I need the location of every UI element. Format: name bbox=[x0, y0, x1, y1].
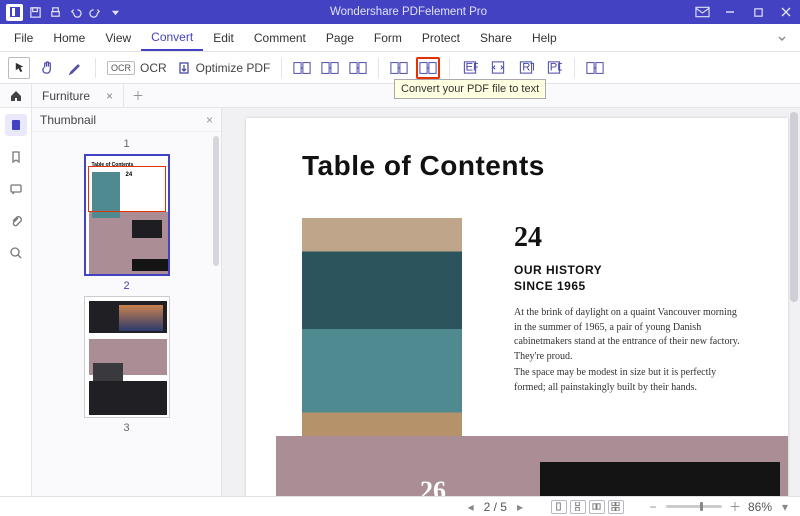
page-indicator: 2 / 5 bbox=[484, 500, 507, 514]
zoom-percent: 86% bbox=[748, 500, 772, 514]
entry-24-para-1: At the brink of daylight on a quaint Van… bbox=[514, 306, 744, 364]
svg-text:PDF: PDF bbox=[550, 61, 562, 73]
page-view[interactable]: Table of Contents 24 OUR HISTORY SINCE 1… bbox=[222, 108, 800, 496]
tab-add-icon[interactable]: ＋ bbox=[124, 84, 152, 107]
rail-bookmarks-icon[interactable] bbox=[5, 146, 27, 168]
tooltip: Convert your PDF file to text bbox=[394, 79, 546, 99]
menu-convert[interactable]: Convert bbox=[141, 24, 203, 51]
thumb-page-number: 3 bbox=[32, 422, 221, 434]
hand-tool-icon[interactable] bbox=[36, 57, 58, 79]
window-maximize-icon[interactable] bbox=[744, 0, 772, 24]
optimize-icon bbox=[177, 61, 191, 75]
menu-home[interactable]: Home bbox=[43, 24, 95, 51]
view-facing-cont-icon[interactable] bbox=[608, 500, 624, 514]
zoom-in-icon[interactable]: ＋ bbox=[728, 498, 742, 515]
titlebar: Wondershare PDFelement Pro bbox=[0, 0, 800, 24]
select-tool-icon[interactable] bbox=[8, 57, 30, 79]
mail-icon[interactable] bbox=[688, 0, 716, 24]
qat-dropdown-icon[interactable] bbox=[107, 4, 123, 20]
thumbnail-panel-close-icon[interactable]: × bbox=[206, 113, 213, 127]
ocr-button[interactable]: OCR OCR bbox=[105, 57, 169, 79]
thumbnail-page-2[interactable] bbox=[84, 296, 170, 418]
window-minimize-icon[interactable] bbox=[716, 0, 744, 24]
print-icon[interactable] bbox=[47, 4, 63, 20]
titlebar-right bbox=[688, 0, 800, 24]
redo-icon[interactable] bbox=[87, 4, 103, 20]
zoom-dropdown-icon[interactable]: ▾ bbox=[778, 500, 792, 514]
workspace: Thumbnail × 1 Table of Contents 24 2 3 bbox=[0, 108, 800, 496]
undo-icon[interactable] bbox=[67, 4, 83, 20]
page-scrollbar-vertical[interactable] bbox=[790, 112, 798, 302]
window-close-icon[interactable] bbox=[772, 0, 800, 24]
rail-thumbnails-icon[interactable] bbox=[5, 114, 27, 136]
entry-24-heading: OUR HISTORY SINCE 1965 bbox=[514, 262, 602, 295]
optimize-pdf-button[interactable]: Optimize PDF bbox=[175, 57, 273, 79]
viewport-indicator bbox=[88, 166, 166, 212]
menu-help[interactable]: Help bbox=[522, 24, 567, 51]
rail-attachments-icon[interactable] bbox=[5, 210, 27, 232]
thumbnail-panel: Thumbnail × 1 Table of Contents 24 2 3 bbox=[32, 108, 222, 496]
menu-edit[interactable]: Edit bbox=[203, 24, 244, 51]
convert-to-image-icon[interactable] bbox=[388, 57, 410, 79]
toc-title: Table of Contents bbox=[302, 150, 545, 182]
app-logo-icon bbox=[6, 4, 23, 21]
menu-protect[interactable]: Protect bbox=[412, 24, 470, 51]
page-prev-icon[interactable]: ◂ bbox=[464, 500, 478, 514]
tab-home-icon[interactable] bbox=[0, 84, 32, 107]
edit-tool-icon[interactable] bbox=[64, 57, 86, 79]
rail-comments-icon[interactable] bbox=[5, 178, 27, 200]
thumb-page-number: 2 bbox=[32, 280, 221, 292]
convert-other-icon[interactable] bbox=[584, 57, 606, 79]
window-title: Wondershare PDFelement Pro bbox=[129, 6, 688, 18]
convert-to-epub-icon[interactable]: EPUB bbox=[459, 57, 481, 79]
tab-label: Furniture bbox=[42, 89, 90, 103]
tab-furniture[interactable]: Furniture × bbox=[32, 84, 124, 107]
zoom-out-icon[interactable]: − bbox=[646, 500, 660, 514]
page-next-icon[interactable]: ▸ bbox=[513, 500, 527, 514]
rail-search-icon[interactable] bbox=[5, 242, 27, 264]
menu-file[interactable]: File bbox=[4, 24, 43, 51]
view-continuous-icon[interactable] bbox=[570, 500, 586, 514]
statusbar: ◂ 2 / 5 ▸ − ＋ 86% ▾ bbox=[0, 496, 800, 516]
convert-to-html-icon[interactable] bbox=[487, 57, 509, 79]
zoom-slider[interactable] bbox=[666, 505, 722, 508]
svg-text:RTF: RTF bbox=[523, 61, 535, 73]
menu-share[interactable]: Share bbox=[470, 24, 522, 51]
ocr-badge: OCR bbox=[107, 61, 135, 75]
convert-to-text-icon[interactable] bbox=[416, 57, 440, 79]
thumbnail-header: Thumbnail × bbox=[32, 108, 221, 132]
convert-to-rtf-icon[interactable]: RTF bbox=[515, 57, 537, 79]
entry-26-number: 26 bbox=[420, 476, 446, 496]
document-page: Table of Contents 24 OUR HISTORY SINCE 1… bbox=[246, 118, 788, 496]
ocr-label: OCR bbox=[140, 61, 167, 75]
convert-to-pdfa-icon[interactable]: PDF bbox=[543, 57, 565, 79]
tab-close-icon[interactable]: × bbox=[106, 89, 113, 103]
view-facing-icon[interactable] bbox=[589, 500, 605, 514]
convert-to-ppt-icon[interactable] bbox=[347, 57, 369, 79]
view-single-icon[interactable] bbox=[551, 500, 567, 514]
menubar: File Home View Convert Edit Comment Page… bbox=[0, 24, 800, 52]
dark-image-block bbox=[540, 462, 780, 496]
svg-text:EPUB: EPUB bbox=[466, 61, 479, 73]
menu-page[interactable]: Page bbox=[316, 24, 364, 51]
thumbnail-title: Thumbnail bbox=[40, 113, 96, 127]
titlebar-left bbox=[0, 4, 129, 21]
thumb-page-number: 1 bbox=[32, 138, 221, 150]
entry-24-number: 24 bbox=[514, 222, 542, 254]
thumb-scrollbar[interactable] bbox=[213, 136, 219, 266]
menu-comment[interactable]: Comment bbox=[244, 24, 316, 51]
view-mode-group bbox=[551, 500, 624, 514]
menu-form[interactable]: Form bbox=[364, 24, 412, 51]
entry-24-para-2: The space may be modest in size but it i… bbox=[514, 366, 744, 395]
optimize-pdf-label: Optimize PDF bbox=[196, 61, 271, 75]
ribbon-collapse-icon[interactable] bbox=[768, 24, 796, 51]
thumbnail-page-1[interactable]: Table of Contents 24 bbox=[84, 154, 170, 276]
save-icon[interactable] bbox=[27, 4, 43, 20]
convert-to-word-icon[interactable] bbox=[291, 57, 313, 79]
menu-view[interactable]: View bbox=[95, 24, 141, 51]
side-rail bbox=[0, 108, 32, 496]
convert-to-excel-icon[interactable] bbox=[319, 57, 341, 79]
